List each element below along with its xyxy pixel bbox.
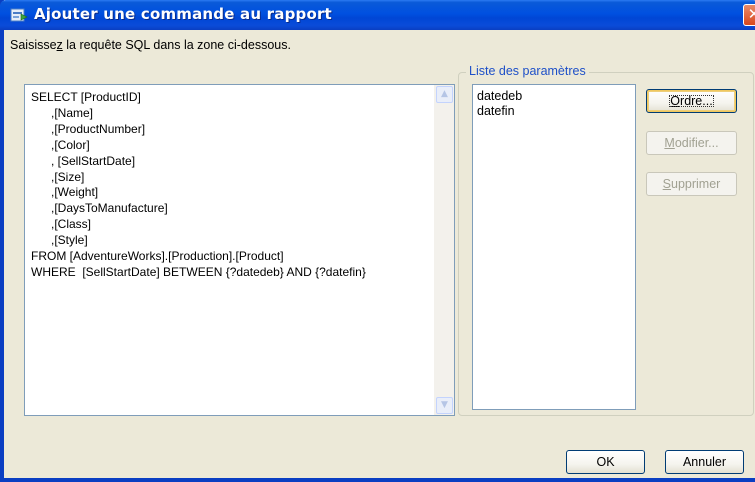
modify-label-rest: odifier... — [674, 136, 719, 150]
ok-button[interactable]: OK — [566, 450, 645, 474]
window-app-icon — [10, 8, 28, 22]
parameters-group-legend: Liste des paramètres — [466, 64, 589, 78]
delete-button[interactable]: Supprimer — [646, 172, 737, 196]
close-icon: ✕ — [747, 5, 755, 23]
sql-query-text[interactable]: SELECT [ProductID] ,[Name] ,[ProductNumb… — [31, 90, 432, 281]
scroll-up-icon[interactable]: ▲ — [436, 86, 453, 103]
order-button[interactable]: Ordre... — [646, 89, 737, 113]
list-item[interactable]: datefin — [473, 104, 635, 119]
sql-instruction-label: Saisissez la requête SQL dans la zone ci… — [10, 38, 291, 52]
list-item[interactable]: datedeb — [473, 89, 635, 104]
parameters-listbox[interactable]: datedeb datefin — [472, 84, 636, 410]
instruction-text-start: Saisisse — [10, 38, 57, 52]
order-mnemonic: O — [670, 94, 681, 108]
modify-button[interactable]: Modifier... — [646, 131, 737, 155]
sql-query-textarea[interactable]: SELECT [ProductID] ,[Name] ,[ProductNumb… — [24, 84, 455, 416]
scroll-down-icon[interactable]: ▼ — [436, 397, 453, 414]
modify-mnemonic: M — [664, 136, 675, 150]
instruction-text-end: la requête SQL dans la zone ci-dessous. — [62, 38, 291, 52]
delete-label-rest: upprimer — [671, 177, 721, 191]
title-bar[interactable]: Ajouter une commande au rapport ✕ — [0, 0, 755, 30]
vertical-scrollbar[interactable]: ▲ ▼ — [434, 85, 454, 415]
order-label-rest: rdre... — [680, 94, 713, 108]
close-button[interactable]: ✕ — [743, 4, 755, 26]
cancel-button[interactable]: Annuler — [665, 450, 744, 474]
order-button-label: Ordre... — [666, 92, 716, 110]
dialog-title: Ajouter une commande au rapport — [34, 5, 332, 23]
delete-mnemonic: S — [662, 177, 671, 191]
